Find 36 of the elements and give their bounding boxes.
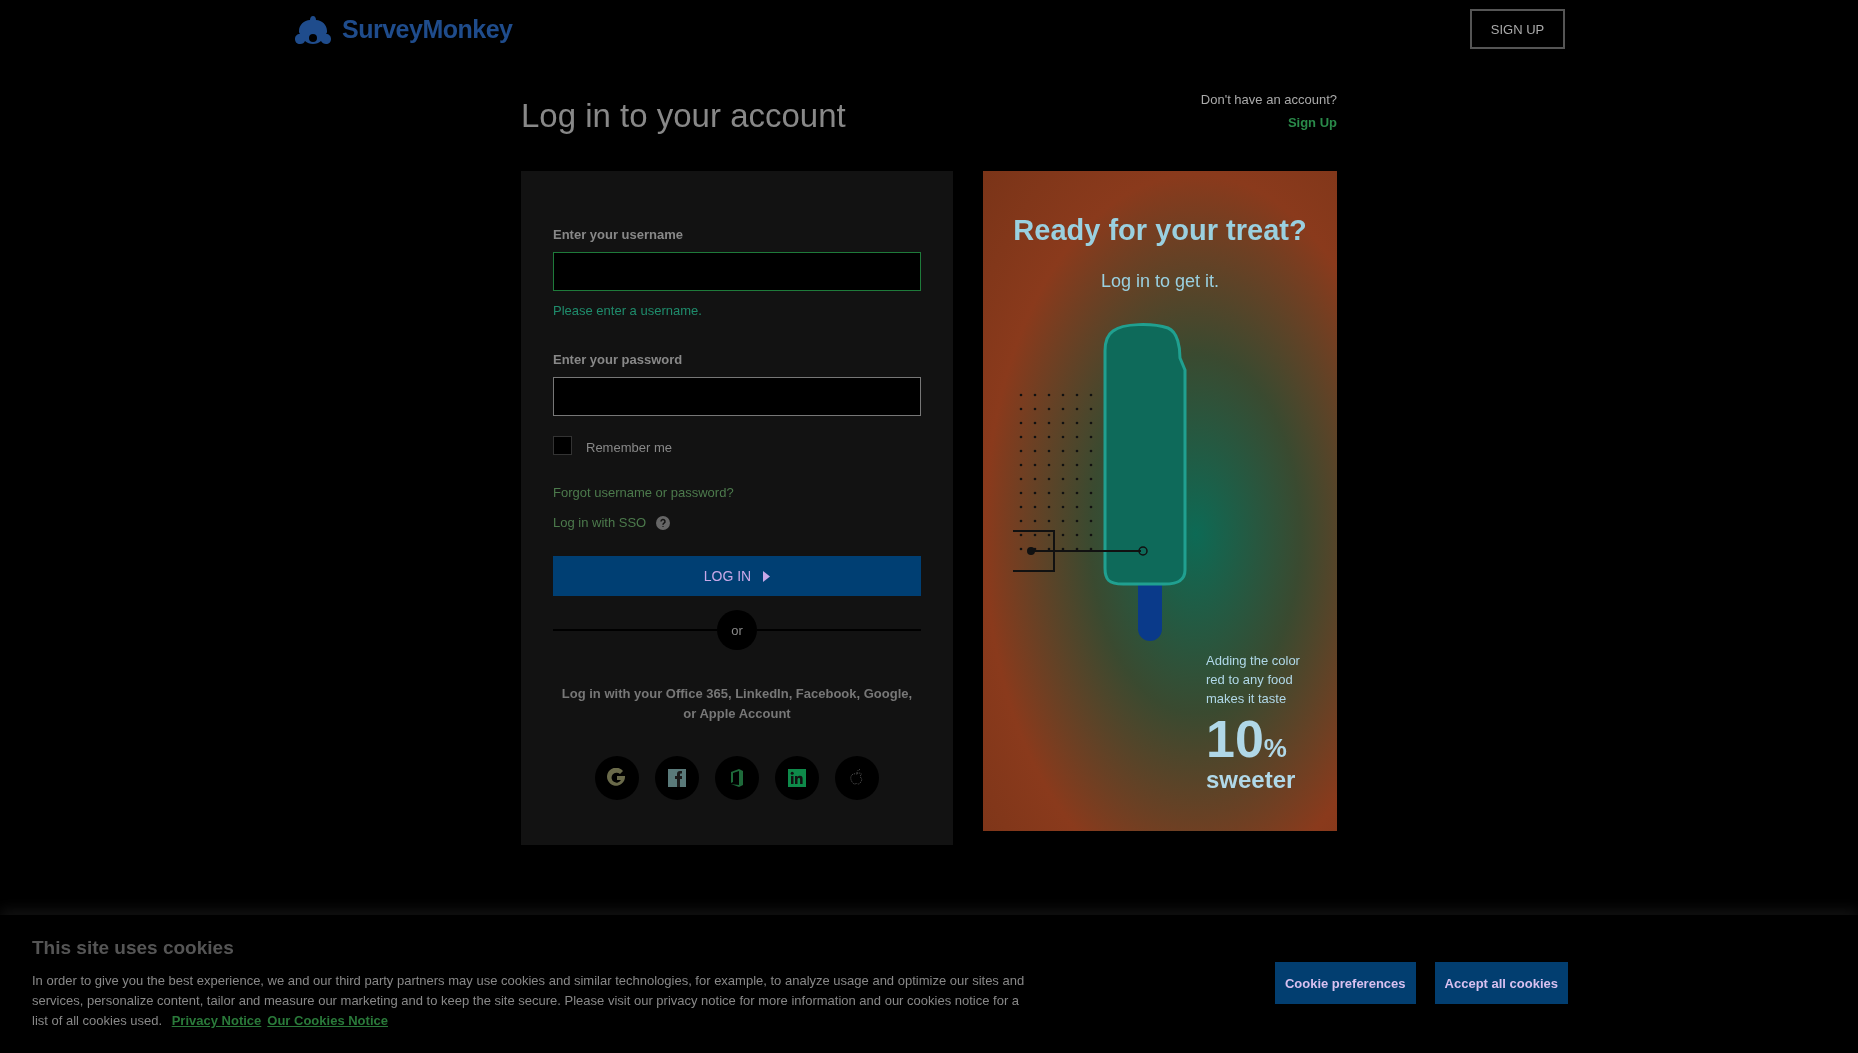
logo-wordmark[interactable]: SurveyMonkey xyxy=(342,14,513,44)
social-login-button[interactable] xyxy=(655,756,699,800)
social-login-button[interactable] xyxy=(595,756,639,800)
promo-fact: Adding the color red to any food makes it taste xyxy=(1206,652,1301,708)
no-account-text: Don't have an account? xyxy=(1200,92,1337,107)
office-icon xyxy=(730,769,744,787)
password-label: Enter your password xyxy=(553,352,684,367)
social-login-button[interactable] xyxy=(775,756,819,800)
cookie-button[interactable]: Cookie preferences xyxy=(1274,962,1416,1004)
linkedin-icon xyxy=(788,769,806,787)
cookie-text: In order to give you the best experience, we and our third party partners may use cookies and similar technologies, for example, to analyze usage and optimize our sites and services, personalize content, tailor and measure our marketing and to keep the site secure. Please visit our privacy notice for more information and our cookies notice for a list of all cookies used. Privacy Notice Our Cookies Notice xyxy=(32,972,1026,1030)
sign-up-link[interactable]: Sign Up xyxy=(1287,115,1337,130)
facebook-icon xyxy=(668,769,686,787)
password-field[interactable] xyxy=(553,377,921,416)
sso-link[interactable]: Log in with SSO xyxy=(553,515,647,530)
remember-checkbox[interactable] xyxy=(553,436,572,455)
page-title: Log in to your account xyxy=(521,97,846,135)
social-login-button[interactable] xyxy=(715,756,759,800)
caret-icon xyxy=(763,570,771,582)
help-icon[interactable] xyxy=(656,515,671,530)
log-in-button[interactable]: LOG IN xyxy=(553,556,921,596)
cookie-title: This site uses cookies xyxy=(32,937,235,959)
username-field[interactable] xyxy=(553,252,921,291)
google-icon xyxy=(607,768,627,788)
promo-title: Ready for your treat? xyxy=(1012,214,1308,247)
promo-subtitle: Log in to get it. xyxy=(1099,271,1221,292)
remember-label: Remember me xyxy=(586,440,672,455)
cookie-button[interactable]: Accept all cookies xyxy=(1434,962,1568,1004)
social-login-text: Log in with your Office 365, LinkedIn, Facebook, Google, or Apple Account xyxy=(561,685,913,723)
forgot-link[interactable]: Forgot username or password? xyxy=(553,485,921,500)
sign-up-button[interactable]: SIGN UP xyxy=(1470,9,1565,49)
username-label: Enter your username xyxy=(553,227,685,242)
cookie-link[interactable]: Privacy Notice xyxy=(171,1013,262,1028)
apple-icon xyxy=(849,769,865,787)
error-message: Please enter a username. xyxy=(553,303,703,318)
cookie-link[interactable]: Our Cookies Notice xyxy=(267,1013,388,1028)
